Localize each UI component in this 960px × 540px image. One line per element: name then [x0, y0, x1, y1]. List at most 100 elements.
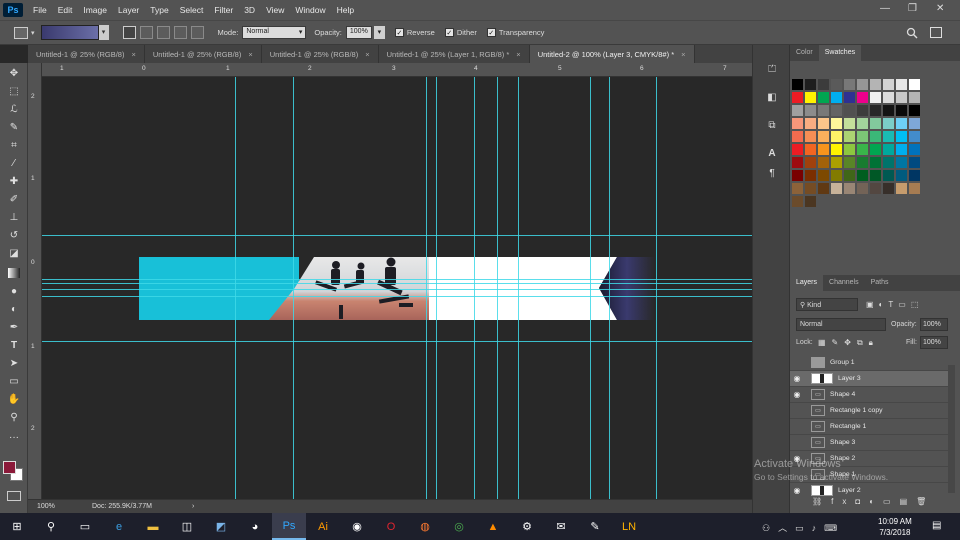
menu-edit[interactable]: Edit [58, 5, 73, 15]
color-swatch[interactable] [909, 131, 920, 142]
zoom-tool-icon[interactable]: ⚲ [6, 411, 22, 425]
doc-tab-2[interactable]: Untitled-1 @ 25% (RGB/8) × [145, 45, 262, 63]
quick-mask-icon[interactable] [7, 491, 21, 501]
menu-file[interactable]: File [33, 5, 47, 15]
color-swatch[interactable] [805, 131, 816, 142]
app-icon[interactable]: ◩ [204, 513, 238, 540]
color-swatch[interactable] [883, 144, 894, 155]
notes-icon[interactable]: ✎ [578, 513, 612, 540]
menu-filter[interactable]: Filter [214, 5, 233, 15]
color-swatch[interactable] [883, 170, 894, 181]
hand-tool-icon[interactable]: ✋ [6, 393, 22, 407]
guide-vertical[interactable] [474, 77, 475, 499]
tab-channels[interactable]: Channels [823, 275, 865, 291]
move-tool-icon[interactable]: ✥ [6, 67, 22, 81]
start-button-icon[interactable]: ⊞ [0, 513, 34, 540]
color-swatch[interactable] [831, 144, 842, 155]
color-swatch[interactable] [857, 144, 868, 155]
search-icon[interactable]: ⚲ [34, 513, 68, 540]
layer-row[interactable]: ▭ Rectangle 1 copy [790, 403, 950, 419]
linear-gradient-button[interactable] [122, 26, 136, 39]
gradient-tool-icon[interactable] [8, 268, 20, 278]
layers-scrollbar[interactable] [948, 365, 955, 493]
color-swatch[interactable] [792, 92, 803, 103]
color-swatch[interactable] [883, 92, 894, 103]
color-swatch[interactable] [844, 183, 855, 194]
color-swatch[interactable] [831, 92, 842, 103]
layer-filter-icons[interactable]: ▣◐T▭⬚ [866, 300, 923, 309]
color-swatch[interactable] [805, 170, 816, 181]
color-swatch[interactable] [909, 170, 920, 181]
color-swatch[interactable] [844, 92, 855, 103]
eraser-tool-icon[interactable]: ◪ [6, 247, 22, 261]
menu-select[interactable]: Select [180, 5, 204, 15]
color-swatch[interactable] [909, 79, 920, 90]
tab-layers[interactable]: Layers [790, 275, 824, 291]
lasso-tool-icon[interactable]: ℒ [6, 103, 22, 117]
color-swatch[interactable] [857, 170, 868, 181]
opacity-dropdown-icon[interactable]: ▾ [373, 26, 385, 39]
visibility-eye-icon[interactable]: ◉ [790, 390, 804, 399]
firefox-icon[interactable]: ◍ [408, 513, 442, 540]
healing-brush-tool-icon[interactable]: ✚ [6, 175, 22, 189]
color-swatch[interactable] [792, 183, 803, 194]
color-swatch[interactable] [805, 157, 816, 168]
guide-horizontal[interactable] [42, 341, 752, 342]
color-swatch[interactable] [805, 196, 816, 207]
status-menu-arrow[interactable]: › [192, 503, 194, 510]
layer-row[interactable]: ◉ Layer 2 [790, 483, 950, 498]
color-swatch[interactable] [870, 131, 881, 142]
color-swatch[interactable] [818, 157, 829, 168]
color-swatch[interactable] [896, 157, 907, 168]
layer-row[interactable]: ▭ Rectangle 1 [790, 419, 950, 435]
menu-3d[interactable]: 3D [244, 5, 255, 15]
close-tab-icon[interactable]: × [131, 50, 135, 59]
color-swatch[interactable] [909, 144, 920, 155]
menu-type[interactable]: Type [150, 5, 168, 15]
guide-vertical[interactable] [436, 77, 437, 499]
type-tool-icon[interactable]: T [6, 339, 22, 353]
visibility-eye-icon[interactable]: ◉ [790, 374, 804, 383]
color-swatch[interactable] [896, 105, 907, 116]
color-swatch[interactable] [805, 144, 816, 155]
notifications-icon[interactable]: ▤ [932, 520, 941, 531]
color-swatch[interactable] [818, 79, 829, 90]
color-swatch[interactable] [844, 105, 855, 116]
preset-dropdown-arrow[interactable]: ▾ [31, 29, 35, 37]
character-panel-icon[interactable]: A [765, 147, 779, 161]
color-swatch[interactable] [831, 118, 842, 129]
guide-vertical[interactable] [590, 77, 591, 499]
photoshop-taskbar-icon[interactable]: Ps [272, 513, 306, 540]
color-swatch[interactable] [818, 144, 829, 155]
guide-vertical[interactable] [293, 77, 294, 499]
minimize-button[interactable]: — [880, 3, 890, 14]
color-swatch[interactable] [870, 118, 881, 129]
color-swatch[interactable] [792, 196, 803, 207]
color-swatch[interactable] [883, 79, 894, 90]
pen-tool-icon[interactable]: ✒ [6, 321, 22, 335]
close-window-button[interactable]: ✕ [936, 3, 944, 14]
color-swatch[interactable] [883, 118, 894, 129]
layer-opacity-input[interactable]: 100% [920, 318, 948, 331]
color-swatch[interactable] [831, 79, 842, 90]
color-swatch[interactable] [896, 144, 907, 155]
color-swatch[interactable] [831, 131, 842, 142]
color-swatch[interactable] [844, 118, 855, 129]
rectangle-tool-icon[interactable]: ▭ [6, 375, 22, 389]
tab-paths[interactable]: Paths [865, 275, 895, 291]
color-swatch[interactable] [896, 170, 907, 181]
angle-gradient-button[interactable] [156, 26, 170, 39]
layer-row[interactable]: ◉ ▭ Shape 4 [790, 387, 950, 403]
doc-tab-3[interactable]: Untitled-1 @ 25% (RGB/8) × [262, 45, 379, 63]
opera-icon[interactable]: O [374, 513, 408, 540]
color-swatch[interactable] [896, 79, 907, 90]
color-swatch[interactable] [792, 105, 803, 116]
color-swatch[interactable] [805, 183, 816, 194]
guide-horizontal[interactable] [42, 235, 752, 236]
canvas-area[interactable] [42, 77, 752, 499]
layers-footer-icons[interactable]: ⛓fx◘◐▭▤🗑︎ [812, 497, 935, 506]
zoom-level[interactable]: 100% [37, 503, 77, 510]
color-swatch[interactable] [883, 183, 894, 194]
illustrator-taskbar-icon[interactable]: Ai [306, 513, 340, 540]
color-swatch[interactable] [844, 144, 855, 155]
